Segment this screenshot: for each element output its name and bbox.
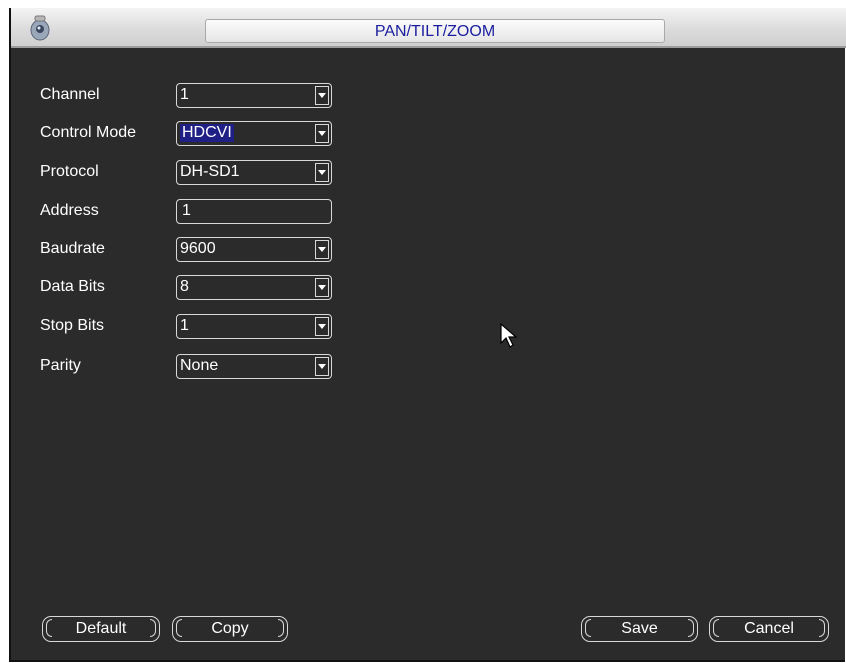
protocol-label: Protocol [40, 163, 99, 180]
channel-select[interactable]: 1 [176, 83, 332, 108]
chevron-down-icon[interactable] [315, 240, 329, 259]
control-mode-select[interactable]: HDCVI [176, 121, 332, 146]
window-title: PAN/TILT/ZOOM [374, 23, 496, 40]
control-mode-value: HDCVI [180, 124, 234, 142]
chevron-down-icon[interactable] [315, 357, 329, 376]
protocol-value: DH-SD1 [180, 163, 240, 180]
channel-label: Channel [40, 86, 100, 103]
stop-bits-value: 1 [180, 317, 189, 334]
chevron-down-icon[interactable] [315, 163, 329, 182]
parity-value: None [180, 357, 219, 374]
parity-label: Parity [40, 357, 81, 374]
default-button[interactable]: Default [42, 616, 160, 642]
protocol-select[interactable]: DH-SD1 [176, 160, 332, 185]
save-button[interactable]: Save [581, 616, 698, 642]
data-bits-select[interactable]: 8 [176, 275, 332, 300]
copy-button[interactable]: Copy [172, 616, 288, 642]
channel-value: 1 [180, 86, 189, 103]
camera-icon [27, 14, 53, 42]
ptz-settings-window: PAN/TILT/ZOOM Channel 1 Control Mode HDC… [9, 8, 846, 662]
stop-bits-label: Stop Bits [40, 317, 105, 334]
address-label: Address [40, 202, 99, 219]
title-bar: PAN/TILT/ZOOM [11, 8, 846, 48]
stop-bits-select[interactable]: 1 [176, 314, 332, 339]
chevron-down-icon[interactable] [315, 317, 329, 336]
baudrate-select[interactable]: 9600 [176, 237, 332, 262]
baudrate-value: 9600 [180, 240, 216, 257]
data-bits-value: 8 [180, 278, 189, 295]
chevron-down-icon[interactable] [315, 86, 329, 105]
data-bits-label: Data Bits [40, 278, 105, 295]
chevron-down-icon[interactable] [315, 278, 329, 297]
title-box: PAN/TILT/ZOOM [205, 19, 665, 43]
parity-select[interactable]: None [176, 354, 332, 379]
cancel-button[interactable]: Cancel [709, 616, 829, 642]
address-input[interactable]: 1 [176, 199, 332, 224]
mouse-pointer-icon [500, 322, 518, 354]
control-mode-label: Control Mode [40, 124, 137, 141]
chevron-down-icon[interactable] [315, 124, 329, 143]
baudrate-label: Baudrate [40, 240, 105, 257]
address-value: 1 [182, 202, 191, 219]
